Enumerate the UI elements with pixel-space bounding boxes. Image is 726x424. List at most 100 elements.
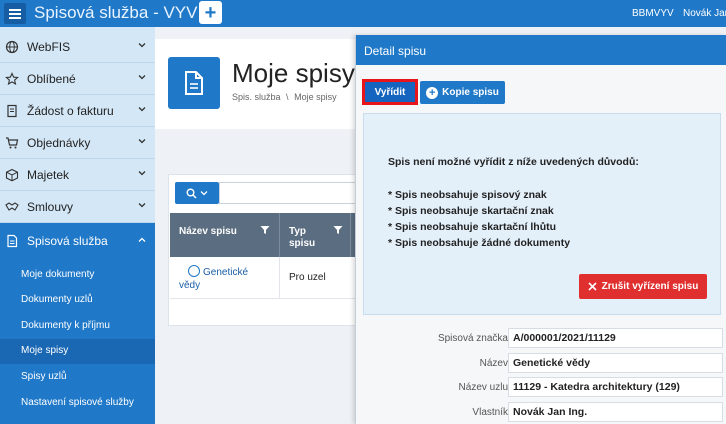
page-icon-tile [168,57,220,109]
subnav-item-label: Spisy uzlů [21,371,67,382]
field-value[interactable]: 11129 - Katedra architektury (129) [508,377,723,397]
subnav-item-label: Moje spisy [21,345,69,356]
search-input[interactable] [219,182,369,204]
column-divider[interactable] [279,213,280,257]
table-row[interactable]: Genetické vědy Pro uzel [170,257,368,299]
breadcrumb-item[interactable]: Spis. služba [232,92,281,102]
chevron-down-icon [138,75,146,80]
spis-name-link[interactable]: Genetické vědy [179,266,269,292]
chevron-down-icon [138,203,146,208]
sidebar-item-majetek[interactable]: Majetek [0,159,155,191]
top-bar: Spisová služba - VYV + BBMVYV Novák Jan [0,0,726,27]
grid-header: Název spisu Typ spisu [170,213,368,257]
app-title[interactable]: Spisová služba - VYV [34,3,197,23]
column-header-label: spisu [289,238,316,249]
sidebar: WebFIS Oblíbené Žádost o fakturu Objedná… [0,27,155,424]
sidebar-item-label: Majetek [27,168,70,182]
sidebar-item-label: Oblíbené [27,72,76,86]
close-icon [588,282,597,291]
chevron-down-icon [138,171,146,176]
subnav-item-label: Dokumenty k příjmu [21,320,110,331]
sidebar-item-label: Spisová služba [27,234,108,248]
field-value[interactable]: A/000001/2021/11129 [508,328,723,348]
field-label: Název uzlu [458,382,508,393]
filter-icon[interactable] [333,225,343,235]
column-header-nazev[interactable]: Název spisu [179,226,237,237]
detail-panel: Detail spisu Vyřídit + Kopie spisu Spis … [355,35,726,424]
detail-panel-title: Detail spisu [364,44,427,58]
field-value[interactable]: Genetické vědy [508,353,723,373]
page-title: Moje spisy [232,58,355,88]
field-nazev-uzlu: Název uzlu 11129 - Katedra architektury … [356,377,726,399]
field-vlastnik: Vlastník Novák Jan Ing. [356,402,726,424]
chevron-up-icon [138,237,146,242]
sidebar-item-spisova-sluzba[interactable]: Spisová služba [0,223,155,259]
sidebar-item-smlouvy[interactable]: Smlouvy [0,191,155,223]
column-divider[interactable] [350,213,351,257]
chevron-down-icon [138,107,146,112]
sidebar-item-label: Objednávky [27,136,91,150]
subnav-item-dokumenty-uzlu[interactable]: Dokumenty uzlů [0,288,155,313]
search-icon [186,188,197,199]
handshake-icon [5,202,19,211]
subnav-item-nastaveni[interactable]: Nastavení spisové služby [0,391,155,416]
box-icon [5,168,19,182]
sidebar-item-zadost-o-fakturu[interactable]: Žádost o fakturu [0,95,155,127]
plus-icon: + [204,1,217,24]
plus-circle-icon: + [426,86,439,99]
hamburger-menu-button[interactable] [4,3,26,24]
spisy-list: Název spisu Typ spisu Genetické vědy Pro… [168,174,369,326]
spis-type: Pro uzel [289,272,326,283]
copy-spis-button[interactable]: + Kopie spisu [420,81,505,104]
field-label: Spisová značka [437,333,508,344]
chevron-down-icon [138,139,146,144]
field-value[interactable]: Novák Jan Ing. [508,402,723,422]
subnav-item-label: Nastavení spisové služby [21,397,134,408]
field-label: Název [479,358,508,369]
validation-reason: * Spis neobsahuje skartační lhůtu [388,221,557,233]
filter-icon[interactable] [260,225,270,235]
new-item-button[interactable]: + [199,1,222,24]
document-icon [185,71,203,95]
field-nazev: Název Genetické vědy [356,353,726,375]
breadcrumb: Spis. služba \ Moje spisy [232,92,337,102]
subnav-item-label: Moje dokumenty [21,269,95,280]
sidebar-item-webfis[interactable]: WebFIS [0,31,155,63]
column-header-label: Typ [289,226,307,237]
sidebar-item-objednavky[interactable]: Objednávky [0,127,155,159]
user-name[interactable]: Novák Jan [683,8,726,19]
sidebar-item-label: WebFIS [27,40,71,54]
sidebar-item-oblibene[interactable]: Oblíbené [0,63,155,95]
breadcrumb-item: Moje spisy [294,92,337,102]
globe-icon [5,40,19,54]
copy-spis-label: Kopie spisu [442,87,499,98]
validation-reason: * Spis neobsahuje spisový znak [388,189,547,201]
cart-icon [6,137,19,149]
subnav-item-moje-spisy[interactable]: Moje spisy [0,339,155,364]
chevron-down-icon [200,191,208,196]
user-code[interactable]: BBMVYV [632,8,674,19]
validation-reason: * Spis neobsahuje skartační znak [388,205,554,217]
validation-message-title: Spis není možné vyřídit z níže uvedených… [388,156,639,168]
detail-panel-header: Detail spisu [356,35,726,65]
document-icon [7,234,18,248]
cell-divider [279,257,280,299]
sidebar-item-label: Žádost o fakturu [27,104,114,118]
chevron-down-icon [138,43,146,48]
cancel-resolve-button[interactable]: Zrušit vyřízení spisu [579,274,707,299]
search-button[interactable] [175,182,219,204]
subnav-item-moje-dokumenty[interactable]: Moje dokumenty [0,263,155,288]
resolve-button[interactable]: Vyřídit [362,79,418,105]
column-header-typ[interactable]: Typ spisu [289,226,329,250]
subnav-item-dokumenty-k-prijmu[interactable]: Dokumenty k příjmu [0,314,155,339]
invoice-icon [7,104,17,118]
subnav-item-spisy-uzlu[interactable]: Spisy uzlů [0,365,155,390]
subnav-spisova-sluzba: Moje dokumenty Dokumenty uzlů Dokumenty … [0,259,155,424]
field-spisova-znacka: Spisová značka A/000001/2021/11129 [356,328,726,350]
breadcrumb-separator: \ [286,92,289,102]
field-label: Vlastník [472,407,508,418]
validation-reason: * Spis neobsahuje žádné dokumenty [388,237,571,249]
cancel-resolve-label: Zrušit vyřízení spisu [601,281,699,292]
sidebar-item-label: Smlouvy [27,200,74,214]
subnav-item-label: Dokumenty uzlů [21,294,93,305]
